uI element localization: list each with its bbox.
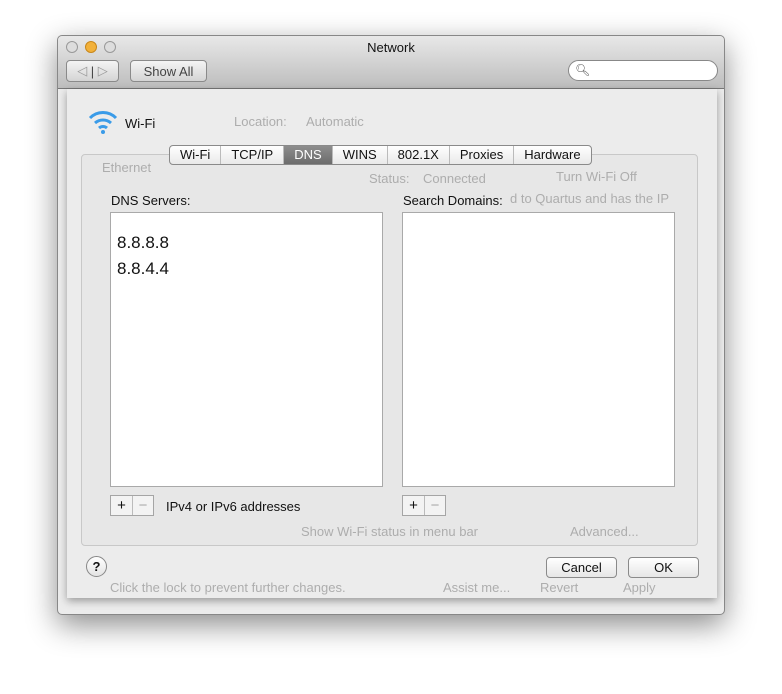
tab-wifi[interactable]: Wi-Fi xyxy=(170,146,220,164)
dns-servers-list[interactable]: 8.8.8.8 8.8.4.4 xyxy=(110,212,383,487)
tab-proxies[interactable]: Proxies xyxy=(448,146,513,164)
add-domain-button[interactable]: + xyxy=(403,496,424,515)
dns-servers-label: DNS Servers: xyxy=(111,193,191,208)
search-input[interactable]: 🔍︎ xyxy=(568,60,718,81)
dns-add-remove: + − xyxy=(110,495,154,516)
tab-tcpip[interactable]: TCP/IP xyxy=(220,146,283,164)
titlebar: Network ◁ | ▷ Show All 🔍︎ xyxy=(58,36,724,89)
dns-hint: IPv4 or IPv6 addresses xyxy=(166,499,301,514)
list-item[interactable]: 8.8.4.4 xyxy=(111,256,382,282)
status-value: Connected xyxy=(423,171,486,186)
tab-hardware[interactable]: Hardware xyxy=(513,146,590,164)
tab-dns[interactable]: DNS xyxy=(283,146,332,164)
forward-icon[interactable]: ▷ xyxy=(98,63,108,79)
turn-wifi-off-button: Turn Wi-Fi Off xyxy=(556,169,637,184)
apply-button: Apply xyxy=(623,580,656,595)
remove-domain-button[interactable]: − xyxy=(424,496,445,515)
wifi-icon xyxy=(88,111,118,134)
lock-text: Click the lock to prevent further change… xyxy=(110,580,346,595)
service-name: Ethernet xyxy=(102,160,152,175)
add-dns-button[interactable]: + xyxy=(111,496,132,515)
status-label: Status: xyxy=(369,171,410,186)
search-domains-label: Search Domains: xyxy=(403,193,503,208)
service-title: Wi-Fi xyxy=(125,116,156,131)
back-forward-buttons[interactable]: ◁ | ▷ xyxy=(66,60,119,82)
domain-add-remove: + − xyxy=(402,495,446,516)
search-icon: 🔍︎ xyxy=(575,63,591,77)
assist-button: Assist me... xyxy=(443,580,511,595)
search-domains-list[interactable] xyxy=(402,212,675,487)
info-text: d to Quartus and has the IP xyxy=(510,191,669,206)
location-label: Location: xyxy=(234,114,287,129)
tab-bar: Wi-Fi TCP/IP DNS WINS 802.1X Proxies Har… xyxy=(169,145,592,165)
network-window: Network ◁ | ▷ Show All 🔍︎ Wi-Fi Wi-Fi TC… xyxy=(57,35,725,615)
help-button[interactable]: ? xyxy=(86,556,107,577)
window-title: Network xyxy=(367,40,415,55)
tab-wins[interactable]: WINS xyxy=(331,146,387,164)
advanced-sheet: Wi-Fi Wi-Fi TCP/IP DNS WINS 802.1X Proxi… xyxy=(67,89,717,598)
location-select: Automatic xyxy=(306,114,364,129)
remove-dns-button[interactable]: − xyxy=(132,496,153,515)
back-icon[interactable]: ◁ xyxy=(77,63,87,79)
show-all-button[interactable]: Show All xyxy=(130,60,207,82)
cancel-button[interactable]: Cancel xyxy=(546,557,617,578)
advanced-button: Advanced... xyxy=(570,524,639,539)
list-item[interactable]: 8.8.8.8 xyxy=(111,230,382,256)
show-status-checkbox: Show Wi-Fi status in menu bar xyxy=(301,524,479,539)
revert-button: Revert xyxy=(540,580,579,595)
tab-8021x[interactable]: 802.1X xyxy=(386,146,449,164)
ok-button[interactable]: OK xyxy=(628,557,699,578)
